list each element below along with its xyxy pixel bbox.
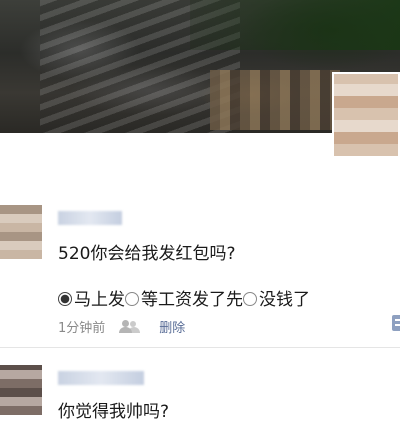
visibility-people-icon (119, 320, 141, 333)
cover-foliage (190, 0, 400, 50)
poll-options: 马上发 等工资发了先 没钱了 (58, 285, 310, 310)
post-text: 你觉得我帅吗? (58, 402, 170, 422)
radio-selected-icon[interactable] (58, 291, 72, 306)
poll-option-3[interactable]: 没钱了 (259, 285, 310, 310)
comment-action-icon[interactable] (392, 315, 400, 331)
delete-link[interactable]: 删除 (159, 317, 185, 336)
author-avatar[interactable] (0, 205, 42, 259)
poll-option-2[interactable]: 等工资发了先 (141, 285, 243, 310)
post-text: 520你会给我发红包吗? (58, 244, 236, 264)
profile-avatar[interactable] (332, 72, 400, 158)
radio-empty-icon[interactable] (243, 291, 257, 306)
post-divider (0, 347, 400, 348)
post-meta: 1分钟前 删除 (58, 317, 185, 336)
poll-option-1[interactable]: 马上发 (74, 285, 125, 310)
post-time: 1分钟前 (58, 321, 106, 336)
radio-empty-icon[interactable] (125, 291, 139, 306)
author-name-blurred[interactable] (58, 211, 122, 225)
cover-mosaic-blur (210, 70, 340, 130)
author-name-blurred[interactable] (58, 371, 144, 385)
author-avatar[interactable] (0, 365, 42, 415)
